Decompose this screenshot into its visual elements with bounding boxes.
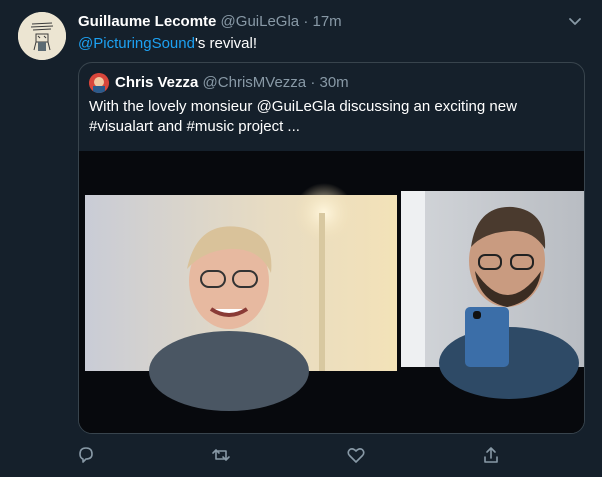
quoted-media-image[interactable] [79,151,584,433]
quoted-separator-dot: · [310,74,316,91]
quoted-author-name: Chris Vezza [115,74,199,91]
quoted-text: With the lovely monsieur @GuiLeGla discu… [89,97,559,137]
tweet-header: Guillaume Lecomte @GuiLeGla · 17m [78,12,562,32]
action-bar [0,445,602,469]
heart-icon[interactable] [346,445,366,465]
tweet[interactable]: Guillaume Lecomte @GuiLeGla · 17m @Pictu… [0,0,602,477]
separator-dot: · [303,13,309,30]
retweet-icon[interactable] [211,445,231,465]
quoted-text-line1: With the lovely monsieur @GuiLeGla discu… [89,98,517,115]
mention-link[interactable]: @PicturingSound [78,35,195,52]
author-avatar[interactable] [18,12,66,60]
tweet-time[interactable]: 17m [313,13,342,30]
share-icon[interactable] [481,445,501,465]
reply-icon[interactable] [76,445,96,465]
tweet-text: @PicturingSound's revival! [78,34,257,54]
tweet-text-rest: 's revival! [194,35,258,52]
quoted-text-line2: #visualart and #music project ... [89,118,300,135]
quoted-author-handle: @ChrisMVezza [202,74,307,91]
chevron-down-icon[interactable] [566,12,584,30]
quoted-time: 30m [319,74,349,91]
quoted-tweet[interactable]: Chris Vezza @ChrisMVezza · 30m With the … [78,62,585,434]
author-handle[interactable]: @GuiLeGla [221,13,300,30]
quoted-header: Chris Vezza @ChrisMVezza · 30m [115,73,349,93]
quoted-author-avatar [89,73,109,93]
author-name[interactable]: Guillaume Lecomte [78,13,216,30]
